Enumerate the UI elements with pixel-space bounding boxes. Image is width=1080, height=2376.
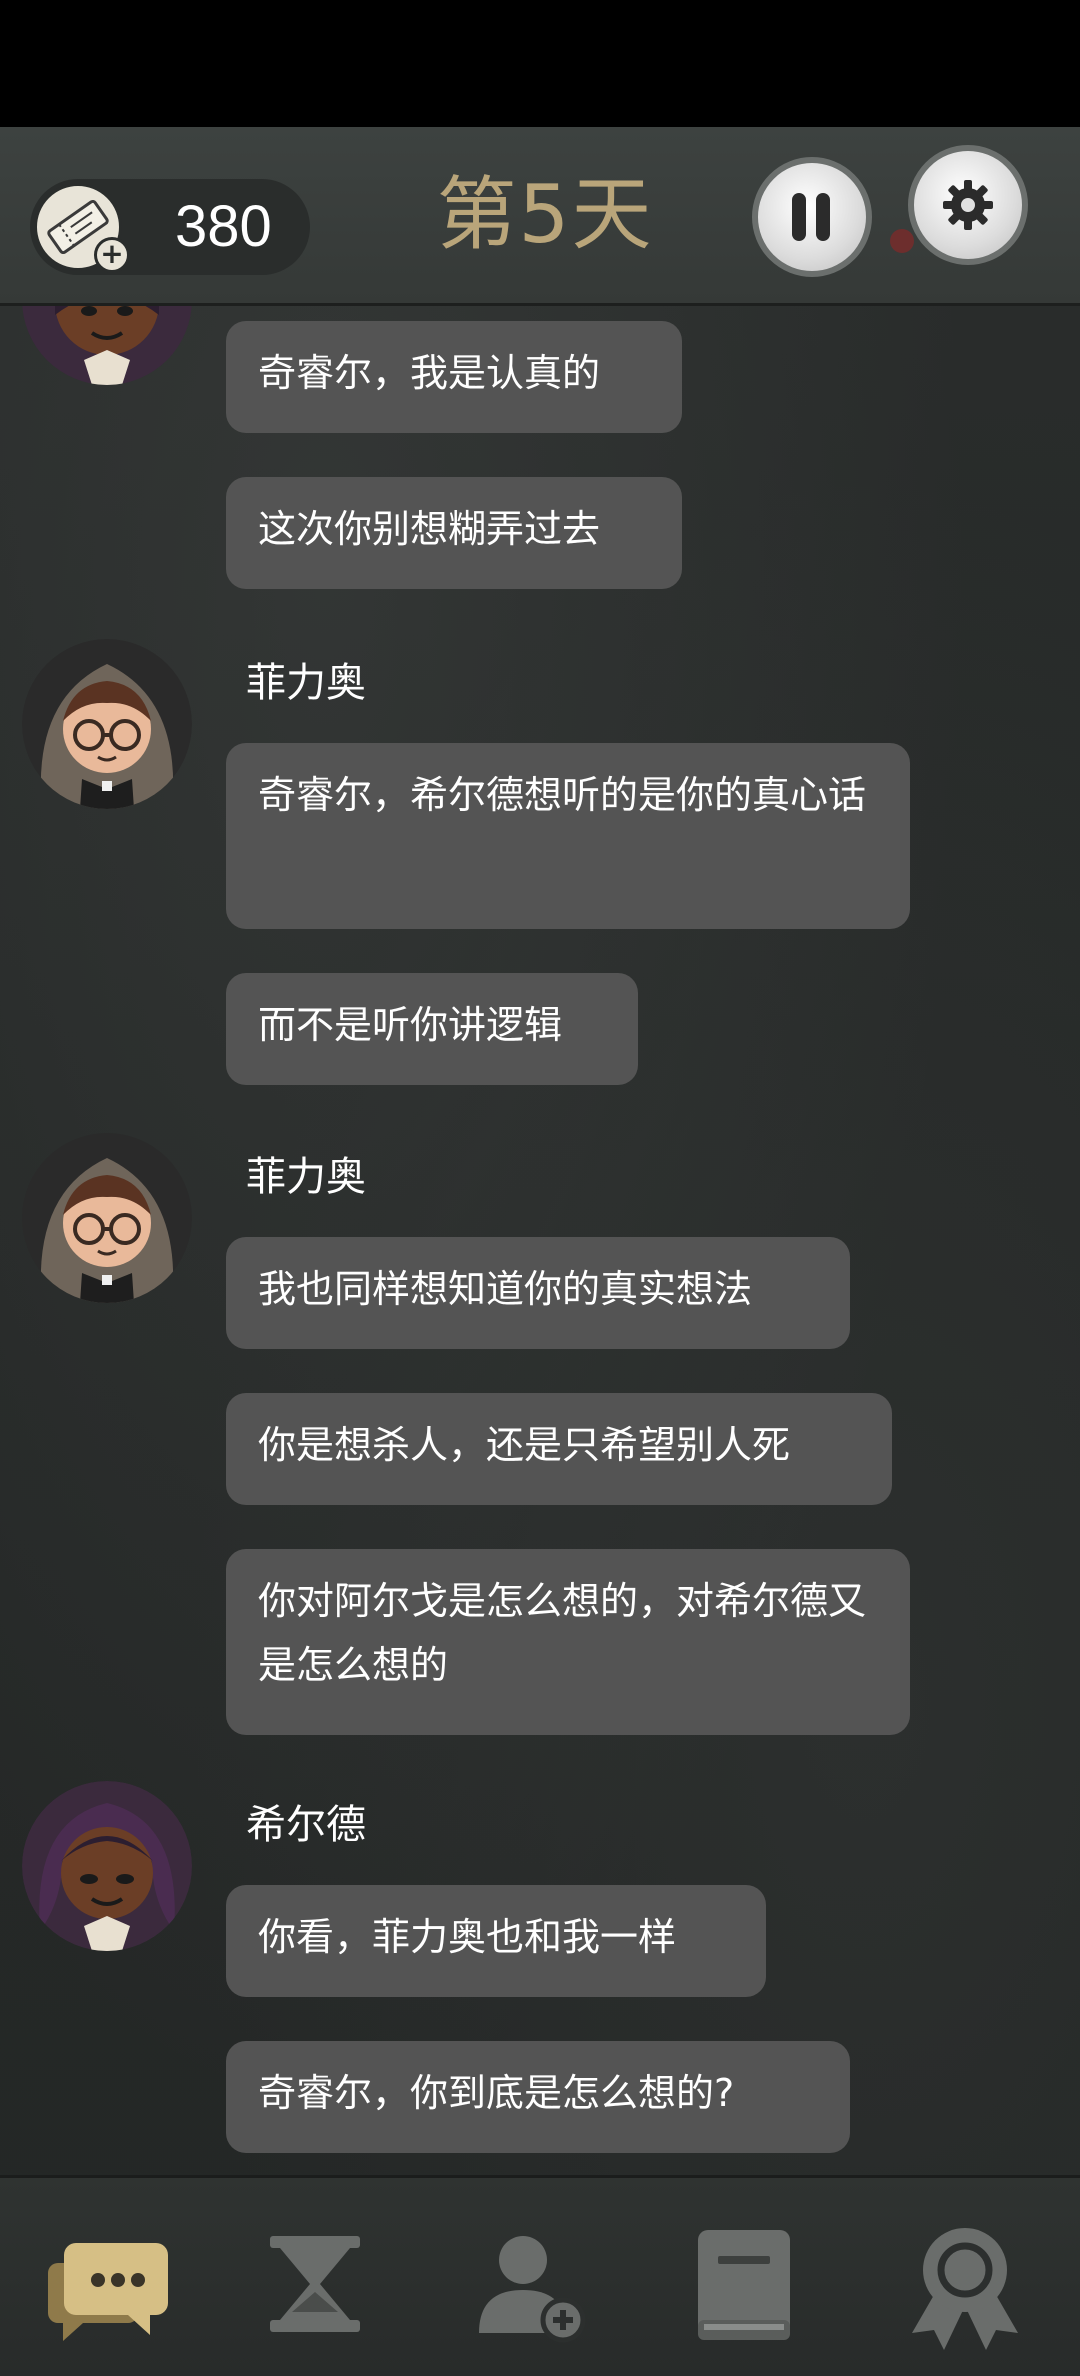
add-tickets-icon[interactable]: + <box>94 237 130 273</box>
message-bubble: 而不是听你讲逻辑 <box>226 973 638 1085</box>
avatar-filio[interactable] <box>22 639 192 809</box>
sender-name: 菲力奥 <box>246 660 366 706</box>
game-area: + 380 第5天 奇睿尔，我是认真的 这次你别想糊弄过去 菲力奥 奇睿尔，希尔… <box>0 127 1080 2376</box>
nav-achievements[interactable] <box>890 2208 1040 2358</box>
gear-icon <box>943 180 993 230</box>
decorative-stain <box>890 229 914 253</box>
ticket-count: 380 <box>175 194 272 259</box>
message-bubble: 奇睿尔，我是认真的 <box>226 321 682 433</box>
award-ribbon-icon <box>912 2228 1018 2350</box>
message-text: 你看，菲力奥也和我一样 <box>258 1915 677 1959</box>
book-icon <box>698 2230 790 2340</box>
message-bubble: 我也同样想知道你的真实想法 <box>226 1237 850 1349</box>
settings-button[interactable] <box>908 145 1028 265</box>
chat-bubbles-icon <box>48 2243 168 2341</box>
nav-book[interactable] <box>668 2208 818 2358</box>
message-text: 奇睿尔，希尔德想听的是你的真心话 <box>258 773 867 817</box>
nav-hourglass[interactable] <box>240 2208 390 2358</box>
top-bar: + 380 第5天 <box>0 127 1080 306</box>
message-bubble: 奇睿尔，你到底是怎么想的? <box>226 2041 850 2153</box>
pause-button[interactable] <box>752 157 872 277</box>
sender-name: 希尔德 <box>246 1802 366 1848</box>
screen: + 380 第5天 奇睿尔，我是认真的 这次你别想糊弄过去 菲力奥 奇睿尔，希尔… <box>0 0 1080 2376</box>
message-bubble: 你看，菲力奥也和我一样 <box>226 1885 766 1997</box>
avatar-filio[interactable] <box>22 1133 192 1303</box>
message-bubble: 奇睿尔，希尔德想听的是你的真心话 <box>226 743 910 929</box>
add-person-icon <box>479 2236 586 2343</box>
message-text: 你对阿尔戈是怎么想的，对希尔德又是怎么想的 <box>258 1579 867 1687</box>
sender-name: 菲力奥 <box>246 1154 366 1200</box>
day-title: 第5天 <box>436 168 654 261</box>
avatar-hilde[interactable] <box>22 1781 192 1951</box>
nav-add-person[interactable] <box>455 2208 605 2358</box>
message-text: 而不是听你讲逻辑 <box>258 1003 563 1047</box>
message-bubble: 你对阿尔戈是怎么想的，对希尔德又是怎么想的 <box>226 1549 910 1735</box>
hourglass-icon <box>270 2236 360 2332</box>
message-text: 这次你别想糊弄过去 <box>258 507 601 551</box>
message-text: 奇睿尔，我是认真的 <box>258 351 601 395</box>
message-bubble: 你是想杀人，还是只希望别人死 <box>226 1393 892 1505</box>
message-text: 奇睿尔，你到底是怎么想的? <box>258 2071 735 2115</box>
message-bubble: 这次你别想糊弄过去 <box>226 477 682 589</box>
nav-chat[interactable] <box>28 2208 178 2358</box>
message-text: 你是想杀人，还是只希望别人死 <box>258 1423 791 1467</box>
pause-icon <box>792 193 832 241</box>
ticket-counter[interactable]: + 380 <box>30 179 310 275</box>
bottom-nav <box>0 2175 1080 2376</box>
message-text: 我也同样想知道你的真实想法 <box>258 1267 753 1311</box>
